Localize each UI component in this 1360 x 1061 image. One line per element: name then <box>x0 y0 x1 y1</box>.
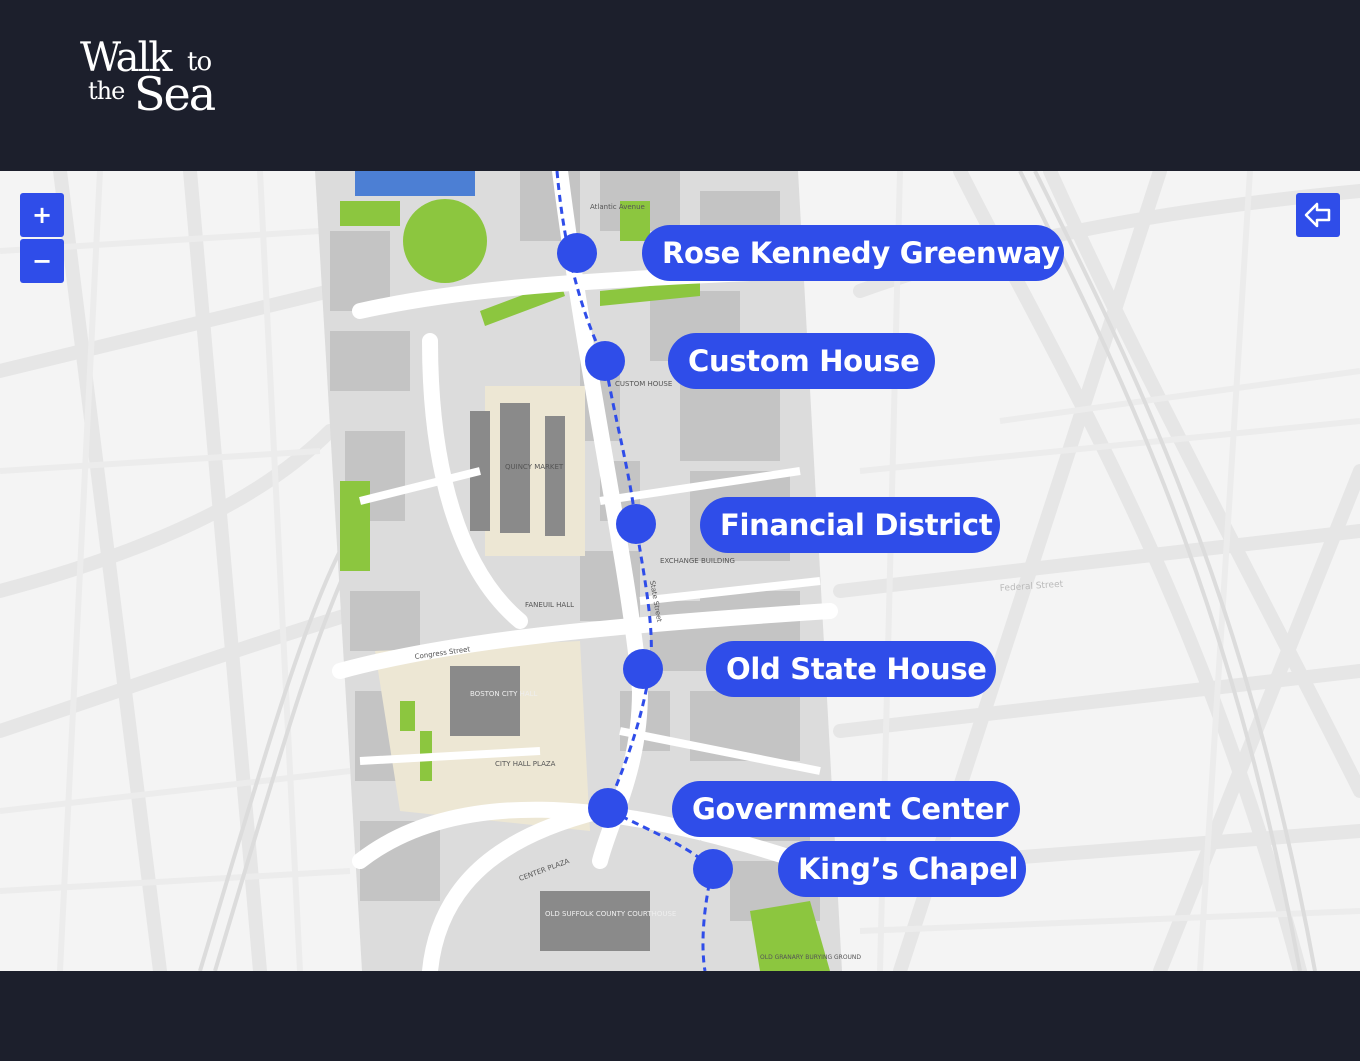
label-old-suffolk: OLD SUFFOLK COUNTY COURTHOUSE <box>545 910 676 918</box>
logo-sea: Sea <box>134 67 216 121</box>
stop-marker-custom-house[interactable] <box>585 341 625 381</box>
label-faneuil-hall: FANEUIL HALL <box>525 601 574 609</box>
arrow-left-icon <box>1304 202 1331 228</box>
stop-label-custom-house[interactable]: Custom House <box>668 333 935 389</box>
harbor-water <box>355 171 475 196</box>
label-boston-city-hall: BOSTON CITY HALL <box>470 690 538 698</box>
label-city-hall-plaza: CITY HALL PLAZA <box>495 760 556 768</box>
stop-label-government-center[interactable]: Government Center <box>672 781 1020 837</box>
label-atlantic-avenue: Atlantic Avenue <box>590 203 645 211</box>
stop-label-rose-kennedy-greenway[interactable]: Rose Kennedy Greenway <box>642 225 1064 281</box>
stop-marker-kings-chapel[interactable] <box>693 849 733 889</box>
label-quincy-market: QUINCY MARKET <box>505 463 564 471</box>
label-exchange-building: EXCHANGE BUILDING <box>660 557 735 565</box>
site-footer <box>0 971 1360 1061</box>
walking-map[interactable]: QUINCY MARKET FANEUIL HALL BOSTON CITY H… <box>0 171 1360 971</box>
label-federal-street: Federal Street <box>1000 580 1064 594</box>
back-button[interactable] <box>1296 193 1340 237</box>
zoom-in-button[interactable]: + <box>20 193 64 237</box>
stop-marker-government-center[interactable] <box>588 788 628 828</box>
stop-marker-rose-kennedy-greenway[interactable] <box>557 233 597 273</box>
stop-label-financial-district[interactable]: Financial District <box>700 497 1000 553</box>
map-canvas: QUINCY MARKET FANEUIL HALL BOSTON CITY H… <box>0 171 1360 971</box>
zoom-out-button[interactable]: − <box>20 239 64 283</box>
courthouse-building <box>540 891 650 951</box>
stop-label-old-state-house[interactable]: Old State House <box>706 641 996 697</box>
stop-label-kings-chapel[interactable]: King’s Chapel <box>778 841 1026 897</box>
label-custom-house: CUSTOM HOUSE <box>615 380 672 388</box>
logo-the: the <box>88 77 125 105</box>
site-header: Walk to the Sea <box>0 0 1360 171</box>
stop-marker-financial-district[interactable] <box>616 504 656 544</box>
walk-to-the-sea-logo[interactable]: Walk to the Sea <box>80 34 240 126</box>
city-hall-building <box>450 666 520 736</box>
label-old-granary: OLD GRANARY BURYING GROUND <box>760 954 861 961</box>
stop-marker-old-state-house[interactable] <box>623 649 663 689</box>
